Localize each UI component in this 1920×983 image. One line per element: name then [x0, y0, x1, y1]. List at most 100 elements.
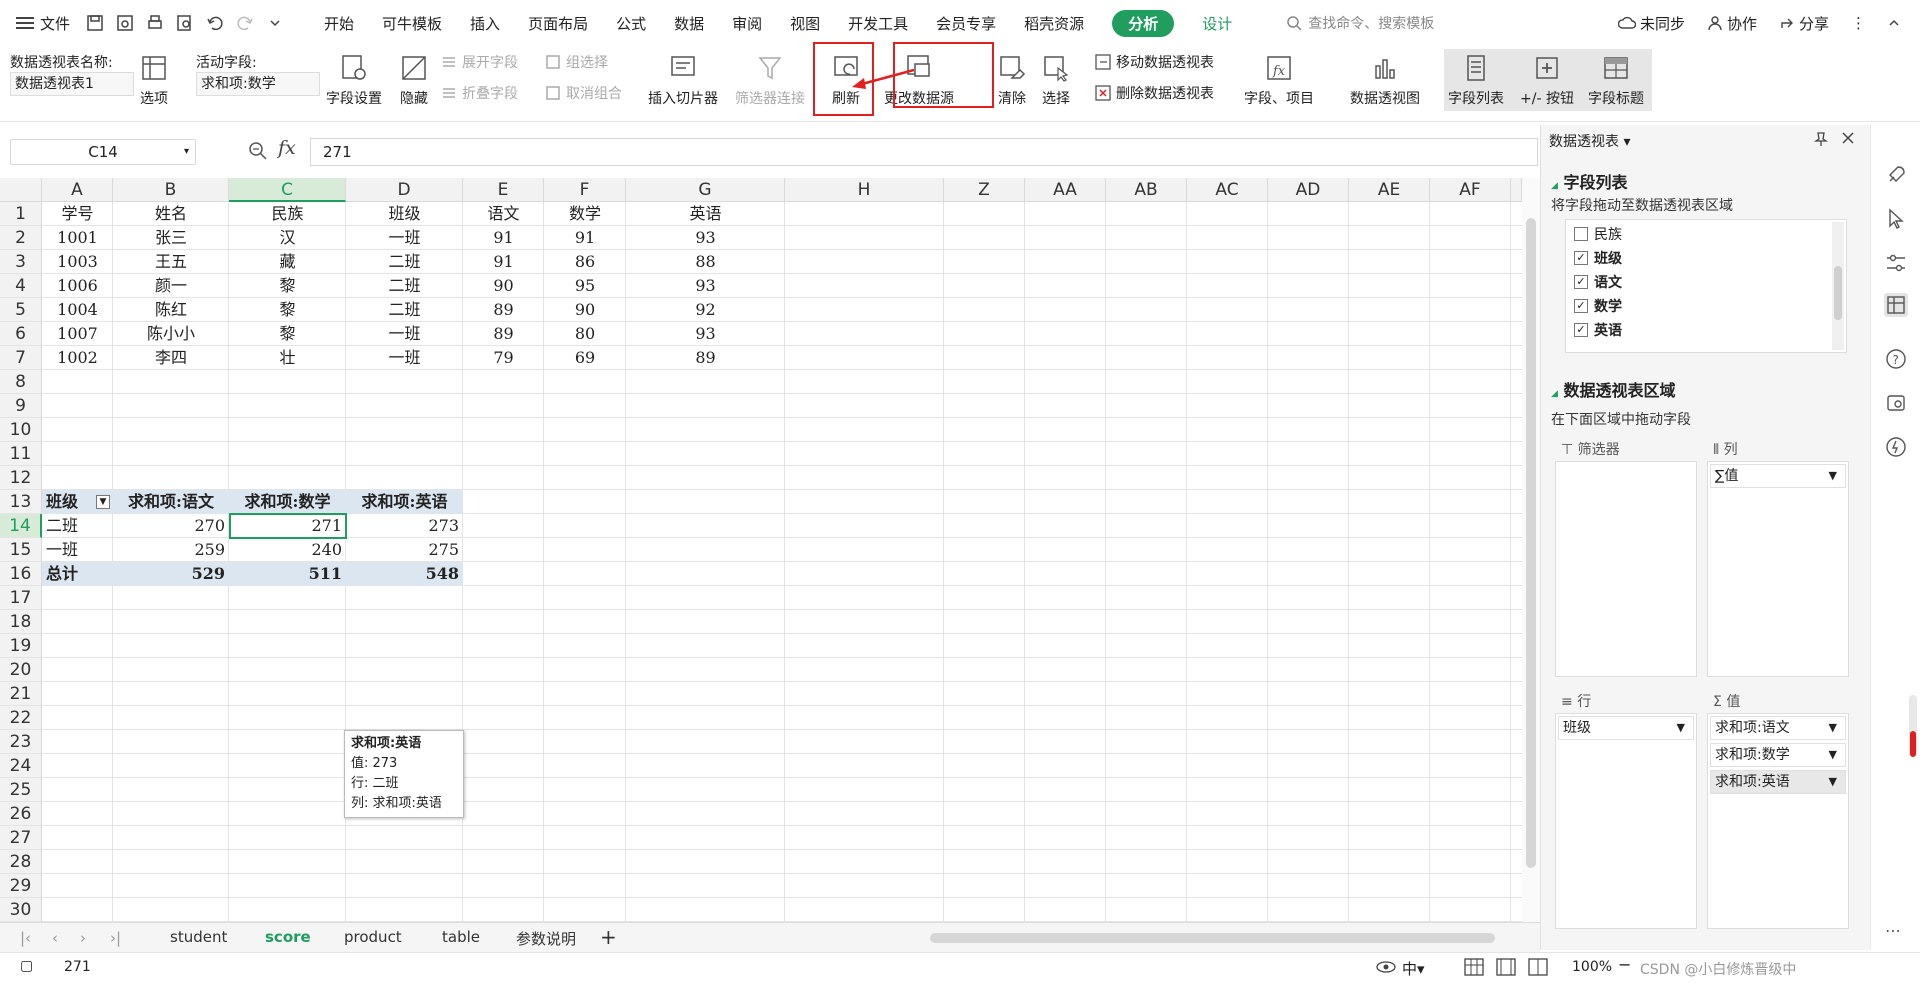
ungroup-button[interactable]: 取消组合	[544, 83, 622, 103]
table-header-cell[interactable]: 语文	[463, 202, 544, 226]
row-header[interactable]: 5	[0, 298, 42, 322]
pivot-panel-toggle-icon[interactable]	[1884, 293, 1908, 317]
table-cell[interactable]: 69	[544, 346, 626, 370]
table-cell[interactable]: 88	[626, 250, 785, 274]
table-cell[interactable]: 一班	[346, 346, 463, 370]
values-field-item[interactable]: 求和项:数学 ▼	[1710, 743, 1846, 767]
table-header-cell[interactable]: 数学	[544, 202, 626, 226]
table-cell[interactable]: 二班	[346, 298, 463, 322]
table-cell[interactable]: 91	[463, 250, 544, 274]
unsync-button[interactable]: 未同步	[1617, 13, 1685, 34]
zoom-out-icon[interactable]: −	[1618, 955, 1631, 974]
sheet-tab-product[interactable]: product	[344, 928, 402, 946]
sheet-tab-params[interactable]: 参数说明	[516, 928, 576, 949]
checkbox-checked[interactable]: ✓	[1574, 275, 1588, 289]
table-cell[interactable]: 1001	[42, 226, 113, 250]
table-cell[interactable]: 90	[463, 274, 544, 298]
table-cell[interactable]: 89	[626, 346, 785, 370]
column-header-g[interactable]: G	[626, 178, 785, 202]
group-selection-button[interactable]: 组选择	[544, 52, 608, 72]
expand-field-button[interactable]: 展开字段	[440, 52, 518, 72]
column-header-c[interactable]: C	[229, 178, 346, 202]
columns-field-item[interactable]: ∑值 ▼	[1710, 464, 1846, 488]
column-header-z[interactable]: Z	[944, 178, 1025, 202]
field-list-button[interactable]: 字段列表	[1448, 52, 1504, 108]
collab-button[interactable]: 协作	[1707, 13, 1757, 34]
table-cell[interactable]: 80	[544, 322, 626, 346]
delete-pivot-button[interactable]: 删除数据透视表	[1094, 83, 1214, 103]
field-list-scroll-thumb[interactable]	[1834, 266, 1842, 320]
pivot-cell[interactable]: 275	[346, 538, 463, 562]
tab-data[interactable]: 数据	[674, 13, 704, 34]
add-sheet-icon[interactable]: +	[600, 925, 617, 949]
table-cell[interactable]: 张三	[113, 226, 229, 250]
column-header-a[interactable]: A	[42, 178, 113, 202]
row-header[interactable]: 3	[0, 250, 42, 274]
vertical-scroll-thumb[interactable]	[1526, 218, 1536, 868]
column-header-f[interactable]: F	[544, 178, 626, 202]
prev-sheet-icon[interactable]: ‹	[52, 929, 58, 947]
column-header-ad[interactable]: AD	[1268, 178, 1349, 202]
zoom-search-icon[interactable]	[248, 141, 268, 161]
table-cell[interactable]: 黎	[229, 322, 346, 346]
checkbox-checked[interactable]: ✓	[1574, 323, 1588, 337]
sliders-icon[interactable]	[1884, 251, 1908, 275]
tab-resources[interactable]: 稻壳资源	[1024, 13, 1084, 34]
row-header[interactable]: 27	[0, 826, 42, 850]
panel-title[interactable]: 数据透视表 ▾	[1549, 131, 1630, 151]
tab-view[interactable]: 视图	[790, 13, 820, 34]
vertical-scrollbar[interactable]	[1522, 178, 1540, 922]
table-cell[interactable]: 李四	[113, 346, 229, 370]
pivot-row-label[interactable]: 二班	[42, 514, 113, 538]
share-button[interactable]: 分享	[1779, 13, 1829, 34]
filter-connection-button[interactable]: 筛选器连接	[735, 52, 805, 108]
help-icon[interactable]: ?	[1884, 347, 1908, 371]
table-cell[interactable]: 黎	[229, 274, 346, 298]
table-cell[interactable]: 1007	[42, 322, 113, 346]
table-cell[interactable]: 79	[463, 346, 544, 370]
table-cell[interactable]: 1006	[42, 274, 113, 298]
filter-dropdown-icon[interactable]: ▼	[96, 495, 110, 509]
next-sheet-icon[interactable]: ›	[80, 929, 86, 947]
row-header[interactable]: 19	[0, 634, 42, 658]
filter-drop-area[interactable]	[1555, 461, 1697, 677]
pivot-cell[interactable]: 270	[113, 514, 229, 538]
tab-analyze[interactable]: 分析	[1112, 9, 1175, 37]
column-header-aa[interactable]: AA	[1025, 178, 1106, 202]
undo-icon[interactable]	[204, 12, 226, 34]
table-cell[interactable]: 92	[626, 298, 785, 322]
row-header[interactable]: 18	[0, 610, 42, 634]
pivot-header-cell[interactable]: 求和项:数学	[229, 490, 346, 514]
tab-templates[interactable]: 可牛模板	[382, 13, 442, 34]
checkbox-unchecked[interactable]	[1574, 227, 1588, 241]
tab-insert[interactable]: 插入	[470, 13, 500, 34]
pivot-cell[interactable]: 240	[229, 538, 346, 562]
row-header[interactable]: 11	[0, 442, 42, 466]
tab-design[interactable]: 设计	[1202, 13, 1232, 34]
pivot-cell[interactable]: 259	[113, 538, 229, 562]
more-icon[interactable]: ⋮	[1851, 14, 1866, 32]
collapse-ribbon-icon[interactable]	[1888, 17, 1900, 29]
pivot-header-cell[interactable]: 求和项:语文	[113, 490, 229, 514]
table-header-cell[interactable]: 班级	[346, 202, 463, 226]
save-icon[interactable]	[84, 12, 106, 34]
table-cell[interactable]: 93	[626, 322, 785, 346]
row-header[interactable]: 15	[0, 538, 42, 562]
table-cell[interactable]: 95	[544, 274, 626, 298]
pin-icon[interactable]	[1813, 131, 1829, 147]
tab-page-layout[interactable]: 页面布局	[528, 13, 588, 34]
row-header[interactable]: 8	[0, 370, 42, 394]
table-cell[interactable]: 86	[544, 250, 626, 274]
table-cell[interactable]: 二班	[346, 250, 463, 274]
pivot-total-cell[interactable]: 511	[229, 562, 346, 586]
table-cell[interactable]: 黎	[229, 298, 346, 322]
table-cell[interactable]: 89	[463, 298, 544, 322]
normal-view-icon[interactable]	[1464, 958, 1484, 976]
rows-drop-area[interactable]: 班级 ▼	[1555, 713, 1697, 929]
row-header[interactable]: 9	[0, 394, 42, 418]
table-cell[interactable]: 壮	[229, 346, 346, 370]
values-field-item[interactable]: 求和项:英语 ▼	[1710, 770, 1846, 794]
column-header-d[interactable]: D	[346, 178, 463, 202]
field-item-class[interactable]: ✓ 班级	[1574, 248, 1622, 268]
row-header[interactable]: 13	[0, 490, 42, 514]
